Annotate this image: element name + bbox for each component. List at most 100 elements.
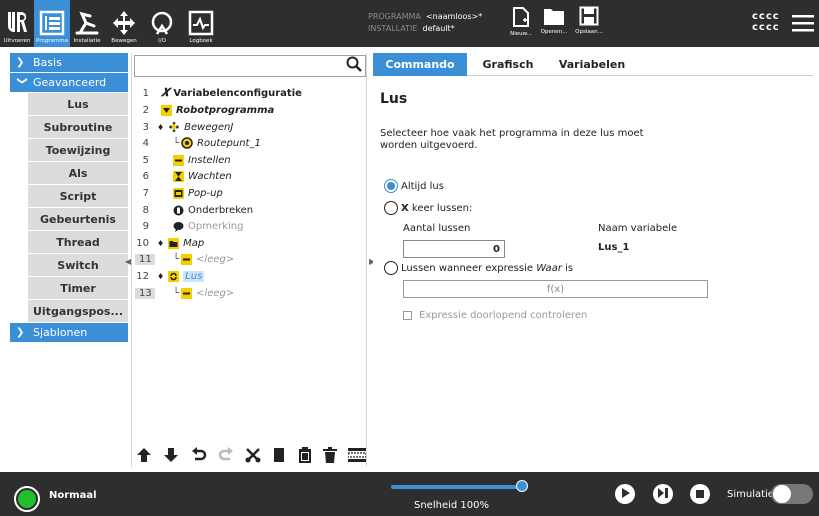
tree-row[interactable]: 8 Onderbreken (132, 202, 368, 218)
option-loop-x-times[interactable]: X keer lussen: (384, 201, 472, 215)
option-always-loop[interactable]: Altijd lus (384, 179, 444, 193)
redo-icon[interactable] (218, 447, 234, 463)
copy-icon[interactable] (272, 447, 286, 463)
tree-label: <leeg> (196, 253, 235, 265)
stop-icon (696, 488, 704, 501)
tree-row[interactable]: 7 Pop-up (132, 185, 368, 201)
stop-button[interactable] (690, 484, 710, 504)
sidebar-item-subroutine[interactable]: Subroutine (28, 116, 128, 138)
collapse-left-icon[interactable]: ◀ (125, 257, 131, 266)
nav-installation[interactable]: Installatie (70, 0, 104, 47)
tree-label: Wachten (188, 170, 232, 182)
paste-icon[interactable] (298, 447, 312, 463)
option-loop-while-expression[interactable]: Lussen wanneer expressie Waar is (384, 261, 573, 275)
installation-name: default* (422, 24, 455, 33)
tree-row[interactable]: 4 └ Routepunt_1 (132, 135, 368, 151)
loop-count-input[interactable]: 0 (403, 240, 505, 258)
tree-row-selected[interactable]: 12 ♦ Lus (132, 268, 368, 284)
new-label: Nieuw... (510, 31, 532, 37)
new-file-icon (513, 7, 529, 27)
radio-selected-icon[interactable] (384, 179, 398, 193)
speed-slider-track[interactable] (391, 485, 521, 489)
tree-label: Routepunt_1 (197, 137, 261, 149)
play-button[interactable] (615, 484, 635, 504)
save-button[interactable]: Opslaan... (572, 6, 606, 44)
chevron-right-icon: ❯ (16, 327, 25, 338)
play-icon (620, 487, 630, 501)
option-label-suffix: is (561, 262, 574, 274)
category-basis[interactable]: ❯ Basis (10, 53, 128, 72)
new-button[interactable]: Nieuw... (504, 6, 538, 44)
tree-label: BewegenJ (184, 121, 234, 133)
suppress-icon[interactable] (348, 447, 366, 463)
sidebar-item-toewijzing[interactable]: Toewijzing (28, 139, 128, 161)
move-down-icon[interactable] (163, 447, 179, 463)
program-flag-icon (161, 104, 172, 116)
tree-search-input[interactable] (134, 55, 366, 77)
sidebar-item-timer[interactable]: Timer (28, 277, 128, 299)
simulation-toggle[interactable] (771, 484, 813, 504)
tree-row[interactable]: 13 └ <leeg> (132, 285, 368, 301)
radio-icon[interactable] (384, 201, 398, 215)
program-name: <naamloos>* (425, 12, 483, 21)
hamburger-menu-icon[interactable] (792, 14, 814, 35)
move-up-icon[interactable] (136, 447, 152, 463)
option-label-prefix: Lussen wanneer expressie (401, 262, 537, 274)
expand-pin-icon[interactable]: ♦ (157, 123, 164, 132)
ur-logo-icon (8, 12, 27, 32)
tree-row[interactable]: 9 Opmerking (132, 218, 368, 234)
speed-slider-thumb[interactable] (516, 480, 528, 492)
nav-installation-label: Installatie (73, 38, 101, 44)
tree-label: Instellen (188, 154, 231, 166)
expand-pin-icon[interactable]: ♦ (157, 272, 164, 281)
nav-program[interactable]: Programma (34, 0, 70, 47)
nav-move[interactable]: Bewegen (104, 0, 144, 47)
nav-log-label: Logboek (189, 38, 213, 44)
tree-row[interactable]: 11 └ <leeg> (132, 251, 368, 267)
line-number: 9 (142, 220, 149, 232)
sidebar-item-switch[interactable]: Switch (28, 254, 128, 276)
open-label: Openen... (540, 29, 568, 35)
expand-pin-icon[interactable]: ♦ (157, 239, 164, 248)
search-icon[interactable] (346, 56, 362, 75)
nav-log[interactable]: Logboek (180, 0, 222, 47)
sidebar-item-als[interactable]: Als (28, 162, 128, 184)
empty-icon (181, 287, 193, 299)
tree-row[interactable]: 5 Instellen (132, 152, 368, 168)
tree-row[interactable]: 2 Robotprogramma (132, 102, 368, 118)
tree-row[interactable]: 3 ♦ BewegenJ (132, 119, 368, 135)
tab-commando[interactable]: Commando (373, 53, 467, 76)
step-button[interactable] (653, 484, 673, 504)
robot-status-icon[interactable] (14, 486, 40, 512)
sidebar-item-uitgangspositie[interactable]: Uitgangspos... (28, 300, 128, 322)
tree-row[interactable]: 6 Wachten (132, 168, 368, 184)
nav-io[interactable]: I/O (144, 0, 180, 47)
expression-input[interactable]: f(x) (403, 280, 708, 298)
sidebar-item-script[interactable]: Script (28, 185, 128, 207)
waypoint-icon (181, 137, 193, 149)
tab-variabelen[interactable]: Variabelen (549, 53, 635, 76)
nav-run[interactable]: Uitvoeren (0, 0, 34, 47)
checkbox-icon[interactable] (403, 311, 412, 320)
log-icon (188, 10, 214, 36)
sidebar-item-lus[interactable]: Lus (28, 93, 128, 115)
cut-icon[interactable] (245, 447, 261, 463)
undo-icon[interactable] (191, 447, 207, 463)
line-number: 11 (135, 253, 155, 265)
continuous-check-row[interactable]: Expressie doorlopend controleren (403, 310, 587, 321)
line-number: 7 (142, 187, 149, 199)
tab-grafisch[interactable]: Grafisch (467, 53, 549, 76)
sidebar-item-gebeurtenis[interactable]: Gebeurtenis (28, 208, 128, 230)
folder-icon (168, 237, 180, 249)
tree-row[interactable]: 10 ♦ Map (132, 235, 368, 251)
simulation-label: Simulatie (727, 489, 774, 500)
speed-text: Snelheid 100% (414, 500, 489, 511)
delete-icon[interactable] (322, 447, 337, 463)
radio-icon[interactable] (384, 261, 398, 275)
category-sjablonen[interactable]: ❯ Sjablonen (10, 323, 128, 342)
tree-row[interactable]: 1 𝑿 Variabelenconfiguratie (132, 85, 368, 101)
category-geavanceerd[interactable]: ❯ Geavanceerd (10, 73, 128, 92)
open-button[interactable]: Openen... (537, 6, 571, 44)
line-number: 13 (135, 287, 155, 299)
sidebar-item-thread[interactable]: Thread (28, 231, 128, 253)
